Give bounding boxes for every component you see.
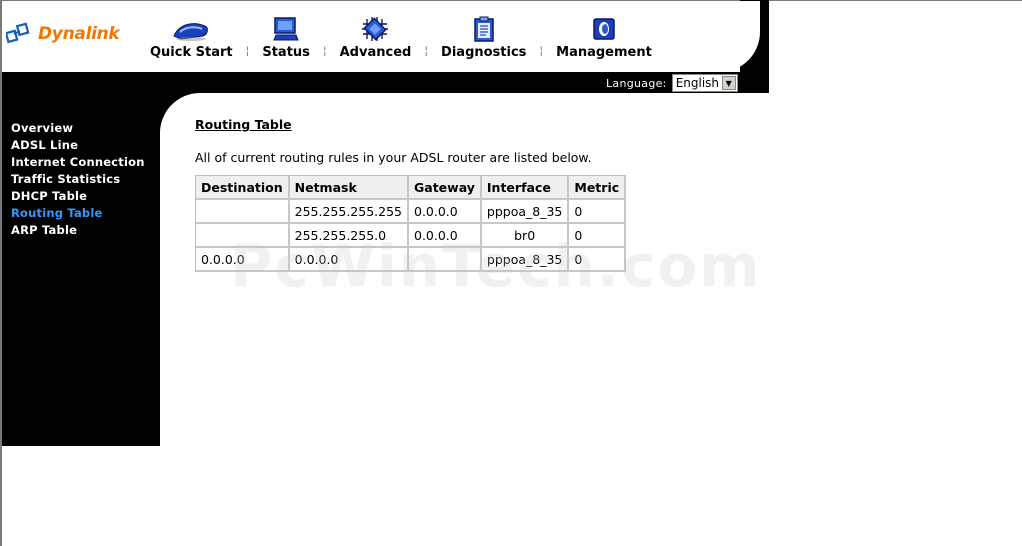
clipboard-icon <box>473 16 494 42</box>
nav-separator: ¦ <box>424 44 429 57</box>
cell-metric: 0 <box>569 224 627 248</box>
language-selected: English <box>675 76 720 90</box>
column-header-metric: Metric <box>569 176 627 200</box>
sidebar-item-internet-connection[interactable]: Internet Connection <box>11 154 145 171</box>
cell-interface: pppoa_8_35 <box>481 200 570 224</box>
sidebar-item-traffic-statistics[interactable]: Traffic Statistics <box>11 171 145 188</box>
nav-separator: ¦ <box>539 44 544 57</box>
sidebar-item-routing-table[interactable]: Routing Table <box>11 205 145 222</box>
page-description: All of current routing rules in your ADS… <box>195 150 592 165</box>
nav-management[interactable]: Management <box>556 14 652 60</box>
cell-gateway: 0.0.0.0 <box>409 200 482 224</box>
top-navigation: Quick Start ¦ Status ¦ Advanced ¦ Diagno… <box>150 10 652 60</box>
nav-advanced[interactable]: Advanced <box>339 14 412 60</box>
routing-table: Destination Netmask Gateway Interface Me… <box>195 175 627 272</box>
nav-label: Quick Start <box>150 45 233 60</box>
sidebar-item-dhcp-table[interactable]: DHCP Table <box>11 188 145 205</box>
dynalink-logo-icon <box>6 22 30 44</box>
nav-label: Management <box>556 45 652 60</box>
cell-netmask: 0.0.0.0 <box>289 248 409 272</box>
language-label: Language: <box>606 76 667 90</box>
table-row: 0.0.0.0 0.0.0.0 pppoa_8_35 0 <box>196 248 627 272</box>
cell-metric: 0 <box>569 248 627 272</box>
chip-icon <box>362 17 389 41</box>
management-icon <box>593 18 615 40</box>
cell-interface: pppoa_8_35 <box>481 248 570 272</box>
table-row: 255.255.255.0 0.0.0.0 br0 0 <box>196 224 627 248</box>
cell-metric: 0 <box>569 200 627 224</box>
nav-separator: ¦ <box>322 44 327 57</box>
nav-diagnostics[interactable]: Diagnostics <box>441 14 526 60</box>
cell-netmask: 255.255.255.0 <box>289 224 409 248</box>
column-header-interface: Interface <box>481 176 570 200</box>
sidebar-menu: Overview ADSL Line Internet Connection T… <box>11 120 145 239</box>
nav-quick-start[interactable]: Quick Start <box>150 14 233 60</box>
cell-destination: 0.0.0.0 <box>196 248 290 272</box>
cell-gateway <box>409 248 482 272</box>
nav-separator: ¦ <box>245 44 250 57</box>
table-row: 255.255.255.255 0.0.0.0 pppoa_8_35 0 <box>196 200 627 224</box>
sidebar-item-adsl-line[interactable]: ADSL Line <box>11 137 145 154</box>
brand-name: Dynalink <box>38 24 120 44</box>
sidebar-item-arp-table[interactable]: ARP Table <box>11 222 145 239</box>
cell-destination <box>196 224 290 248</box>
monitor-icon <box>273 17 299 41</box>
cell-interface: br0 <box>481 224 570 248</box>
nav-status[interactable]: Status <box>262 14 310 60</box>
cell-destination <box>196 200 290 224</box>
brand-logo[interactable]: Dynalink <box>6 22 120 46</box>
nav-label: Status <box>262 45 310 60</box>
nav-label: Advanced <box>339 45 412 60</box>
main-content: Routing Table All of current routing rul… <box>195 117 627 272</box>
column-header-netmask: Netmask <box>289 176 409 200</box>
table-header-row: Destination Netmask Gateway Interface Me… <box>196 176 627 200</box>
column-header-gateway: Gateway <box>409 176 482 200</box>
chevron-down-icon[interactable]: ▼ <box>721 76 736 90</box>
page-title: Routing Table <box>195 117 292 132</box>
cell-netmask: 255.255.255.255 <box>289 200 409 224</box>
cell-gateway: 0.0.0.0 <box>409 224 482 248</box>
language-dropdown[interactable]: English ▼ <box>671 74 738 92</box>
column-header-destination: Destination <box>196 176 290 200</box>
nav-label: Diagnostics <box>441 45 527 60</box>
quick-start-icon <box>173 23 209 41</box>
sidebar-item-overview[interactable]: Overview <box>11 120 145 137</box>
language-selector: Language: English ▼ <box>606 74 738 92</box>
